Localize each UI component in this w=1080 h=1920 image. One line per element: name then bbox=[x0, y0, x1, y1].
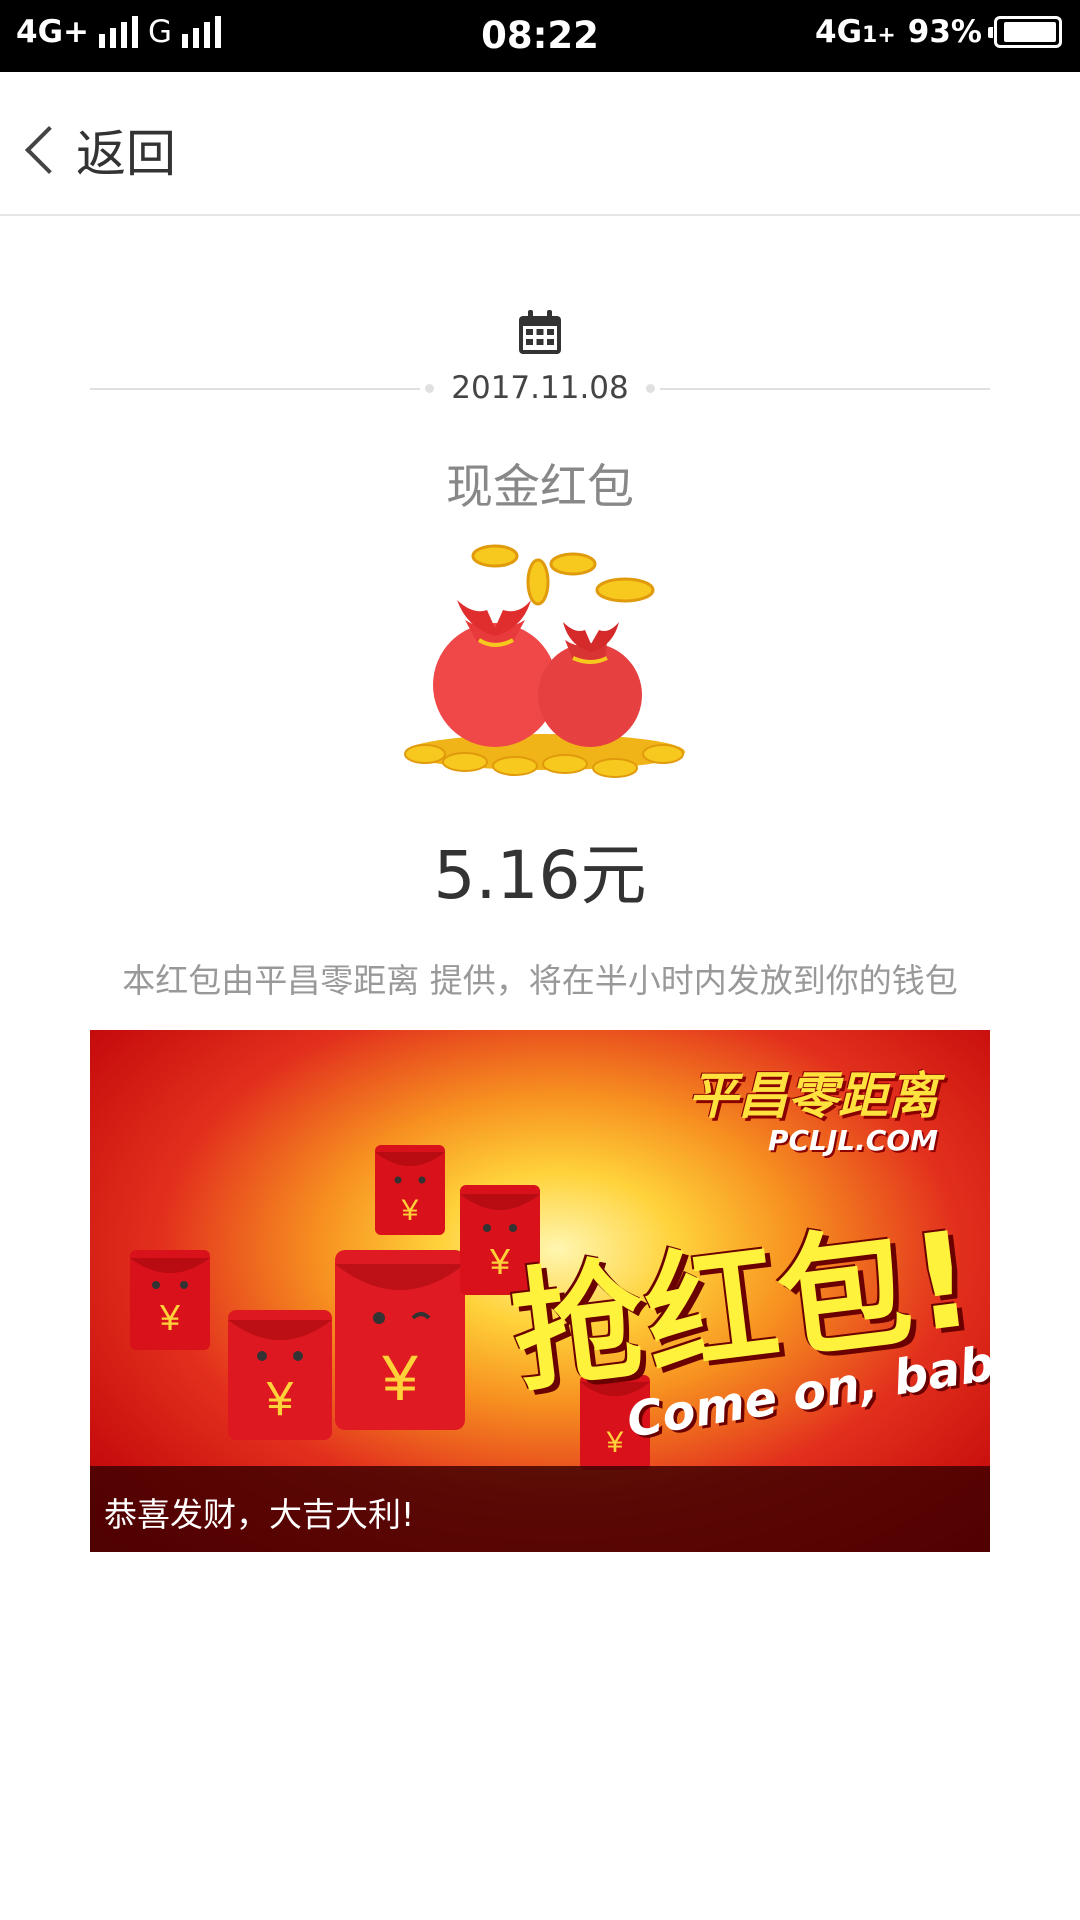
packet-amount: 5.16元 bbox=[433, 837, 647, 914]
svg-text:¥: ¥ bbox=[606, 1426, 624, 1459]
banner-brand: 平昌零距离 PCLJL.COM bbox=[688, 1056, 938, 1157]
calendar-icon bbox=[519, 310, 561, 354]
brand-name-en: PCLJL.COM bbox=[767, 1124, 938, 1157]
chevron-left-icon bbox=[24, 125, 74, 175]
promo-banner[interactable]: ¥ ¥ ¥ ¥ ¥ ¥ 平昌零距离 PCLJL.COM 抢红包! Come on… bbox=[90, 1030, 990, 1552]
back-button[interactable]: 返回 bbox=[18, 114, 176, 186]
back-label: 返回 bbox=[76, 125, 176, 183]
packet-notice: 本红包由平昌零距离 提供，将在半小时内发放到你的钱包 bbox=[122, 961, 958, 1000]
divider-right bbox=[660, 388, 990, 390]
status-bar: 4G+ G 08:22 4G1+ 93% bbox=[0, 0, 1080, 72]
battery-icon bbox=[988, 16, 1062, 48]
battery-percent: 93% bbox=[907, 14, 982, 50]
svg-text:¥: ¥ bbox=[159, 1297, 181, 1338]
svg-text:¥: ¥ bbox=[401, 1194, 419, 1227]
divider-dot-right bbox=[646, 384, 655, 393]
status-right: 4G1+ 93% bbox=[815, 14, 1062, 50]
banner-caption: 恭喜发财，大吉大利! bbox=[104, 1495, 415, 1534]
navigation-bar: 返回 bbox=[0, 72, 1080, 216]
brand-name-cn: 平昌零距离 bbox=[688, 1067, 938, 1125]
svg-text:¥: ¥ bbox=[266, 1373, 294, 1426]
date-section: 2017.11.08 bbox=[0, 300, 1080, 410]
svg-text:¥: ¥ bbox=[381, 1342, 418, 1414]
packet-title: 现金红包 bbox=[446, 460, 634, 515]
network-type-right: 4G1+ bbox=[815, 14, 896, 50]
money-bags-icon bbox=[404, 544, 685, 778]
battery-fill bbox=[1003, 22, 1056, 42]
banner-caption-bar: 恭喜发财，大吉大利! bbox=[90, 1466, 990, 1552]
